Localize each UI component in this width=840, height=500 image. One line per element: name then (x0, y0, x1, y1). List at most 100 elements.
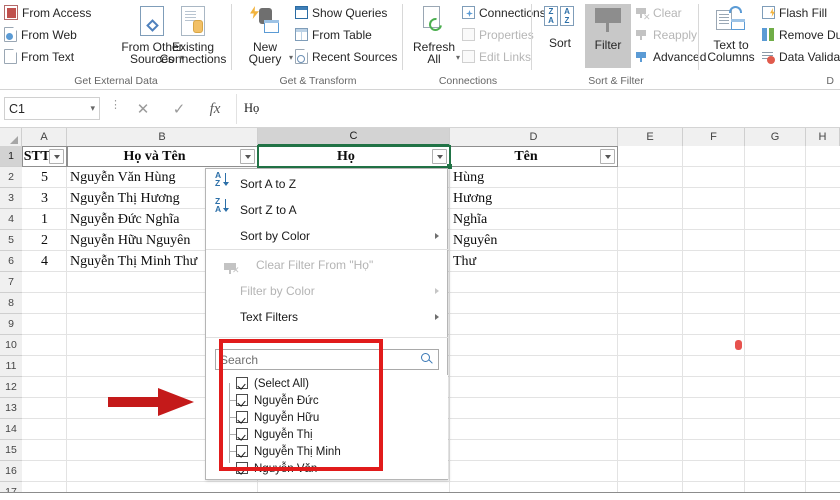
select-all-corner[interactable] (0, 128, 22, 146)
refresh-all-icon (421, 6, 447, 36)
ribbon-group-label: Connections (438, 75, 498, 87)
menu-separator (206, 337, 449, 338)
cell-a3[interactable]: 3 (22, 188, 67, 209)
filter-dropdown-a[interactable] (49, 149, 64, 164)
menu-item-label: Sort by Color (240, 228, 311, 243)
ribbon-button-data-validation[interactable]: Data Validat (762, 47, 840, 66)
ribbon-group-label: Get External Data (74, 75, 158, 87)
row-header-15[interactable]: 15 (0, 440, 22, 461)
menu-item-text-filters[interactable]: Text Filters (206, 304, 449, 329)
row-header-4[interactable]: 4 (0, 209, 22, 230)
cell-a1[interactable]: STT (22, 146, 52, 167)
row-header-3[interactable]: 3 (0, 188, 22, 209)
filter-checkbox-item[interactable]: Nguyễn Thị Minh (207, 443, 448, 460)
cancel-formula-button[interactable]: ✕ (126, 99, 160, 119)
menu-item-label: Sort A to Z (240, 176, 297, 191)
ribbon-button-existing-connections[interactable]: Existing Connections (150, 6, 236, 66)
row-header-13[interactable]: 13 (0, 398, 22, 419)
row-header-8[interactable]: 8 (0, 293, 22, 314)
cell-b1[interactable]: Họ và Tên (67, 146, 242, 167)
checkbox[interactable] (236, 394, 248, 406)
ribbon-button-show-queries[interactable]: Show Queries (295, 3, 387, 22)
checkbox[interactable] (236, 411, 248, 423)
annotation-arrow (108, 388, 194, 416)
cell-d5[interactable]: Nguyên (450, 230, 618, 251)
chevron-down-icon[interactable]: ▾ (90, 103, 95, 114)
checkbox[interactable] (236, 445, 248, 457)
checkbox[interactable] (236, 428, 248, 440)
sort-a-to-z-icon: AZ (215, 171, 231, 188)
formula-bar-grip[interactable]: ⋮ (110, 100, 121, 115)
cell-d1[interactable]: Tên (450, 146, 602, 167)
menu-item-sort-z-to-a[interactable]: ZA Sort Z to A (206, 197, 449, 222)
filter-search-input[interactable]: Search (215, 349, 439, 370)
row-header-11[interactable]: 11 (0, 356, 22, 377)
formula-input[interactable]: Họ (244, 97, 836, 120)
filter-checkbox-item[interactable]: Nguyễn Đức (207, 392, 448, 409)
cell-d3[interactable]: Hương (450, 188, 618, 209)
ribbon-button-label: From Access (22, 5, 92, 20)
annotation-cursor-dot (735, 340, 742, 350)
ribbon-button-new-query[interactable]: New Query ▾ (235, 6, 295, 66)
ribbon-button-text-to-columns[interactable]: Text to Columns (702, 6, 760, 64)
ribbon-button-from-access[interactable]: From Access (4, 3, 91, 22)
ribbon-button-remove-duplicates[interactable]: Remove Dup (762, 25, 840, 44)
filter-dropdown-d[interactable] (600, 149, 615, 164)
row-header-7[interactable]: 7 (0, 272, 22, 293)
cell-d2[interactable]: Hùng (450, 167, 618, 188)
cell-a4[interactable]: 1 (22, 209, 67, 230)
cell-a2[interactable]: 5 (22, 167, 67, 188)
filter-checkbox-item[interactable]: Nguyễn Thị (207, 426, 448, 443)
ribbon-button-refresh-all[interactable]: Refresh All ▾ (406, 6, 462, 66)
ribbon-button-label: Remove Dup (779, 27, 840, 42)
ribbon-button-label-line2: Connections (159, 52, 227, 66)
column-header-e[interactable]: E (618, 128, 683, 146)
row-header-12[interactable]: 12 (0, 377, 22, 398)
filter-dropdown-b[interactable] (240, 149, 255, 164)
confirm-formula-button[interactable]: ✓ (162, 99, 196, 119)
ribbon-button-from-web[interactable]: From Web (4, 25, 77, 44)
cell-d4[interactable]: Nghĩa (450, 209, 618, 230)
row-header-10[interactable]: 10 (0, 335, 22, 356)
column-header-f[interactable]: F (683, 128, 745, 146)
sort-az-icon: ZA AZ (544, 6, 576, 30)
row-header-2[interactable]: 2 (0, 167, 22, 188)
filter-checkbox-label: Nguyễn Thị (254, 428, 313, 441)
checkbox[interactable] (236, 462, 248, 474)
column-header-a[interactable]: A (22, 128, 67, 146)
filter-checkbox-select-all[interactable]: (Select All) (207, 375, 448, 392)
filter-value-list[interactable]: (Select All) Nguyễn Đức Nguyễn Hữu Nguyễ… (207, 375, 448, 479)
ribbon-group-label: Sort & Filter (588, 75, 644, 87)
filter-funnel-icon (593, 6, 623, 34)
ribbon-button-label: From Text (21, 49, 75, 64)
menu-item-sort-a-to-z[interactable]: AZ Sort A to Z (206, 171, 449, 196)
column-header-b[interactable]: B (67, 128, 258, 146)
column-header-c[interactable]: C (258, 128, 450, 146)
ribbon-button-advanced-filter[interactable]: Advanced (635, 47, 706, 66)
column-header-g[interactable]: G (745, 128, 806, 146)
filter-checkbox-item[interactable]: Nguyễn Hữu (207, 409, 448, 426)
ribbon-button-flash-fill[interactable]: Flash Fill (762, 3, 827, 22)
row-header-5[interactable]: 5 (0, 230, 22, 251)
column-header-d[interactable]: D (450, 128, 618, 146)
ribbon-button-from-table[interactable]: From Table (295, 25, 372, 44)
name-box[interactable]: C1 ▾ (4, 97, 100, 120)
checkbox[interactable] (236, 377, 248, 389)
row-header-16[interactable]: 16 (0, 461, 22, 482)
ribbon-button-from-text[interactable]: From Text (4, 47, 74, 66)
cell-a6[interactable]: 4 (22, 251, 67, 272)
cell-d6[interactable]: Thư (450, 251, 618, 272)
ribbon-button-sort[interactable]: ZA AZ Sort (537, 6, 583, 49)
row-header-1[interactable]: 1 (0, 146, 22, 167)
menu-item-sort-by-color[interactable]: Sort by Color (206, 223, 449, 248)
cell-a5[interactable]: 2 (22, 230, 67, 251)
row-header-6[interactable]: 6 (0, 251, 22, 272)
insert-function-button[interactable]: fx (198, 99, 232, 119)
row-header-14[interactable]: 14 (0, 419, 22, 440)
ribbon-group-get-and-transform: New Query ▾ Show Queries From Table Rece… (233, 0, 403, 89)
row-header-9[interactable]: 9 (0, 314, 22, 335)
ribbon-button-recent-sources[interactable]: Recent Sources (295, 47, 397, 66)
column-header-h[interactable]: H (806, 128, 840, 146)
ribbon-button-filter[interactable]: Filter (585, 4, 631, 68)
filter-checkbox-item[interactable]: Nguyễn Văn (207, 460, 448, 477)
